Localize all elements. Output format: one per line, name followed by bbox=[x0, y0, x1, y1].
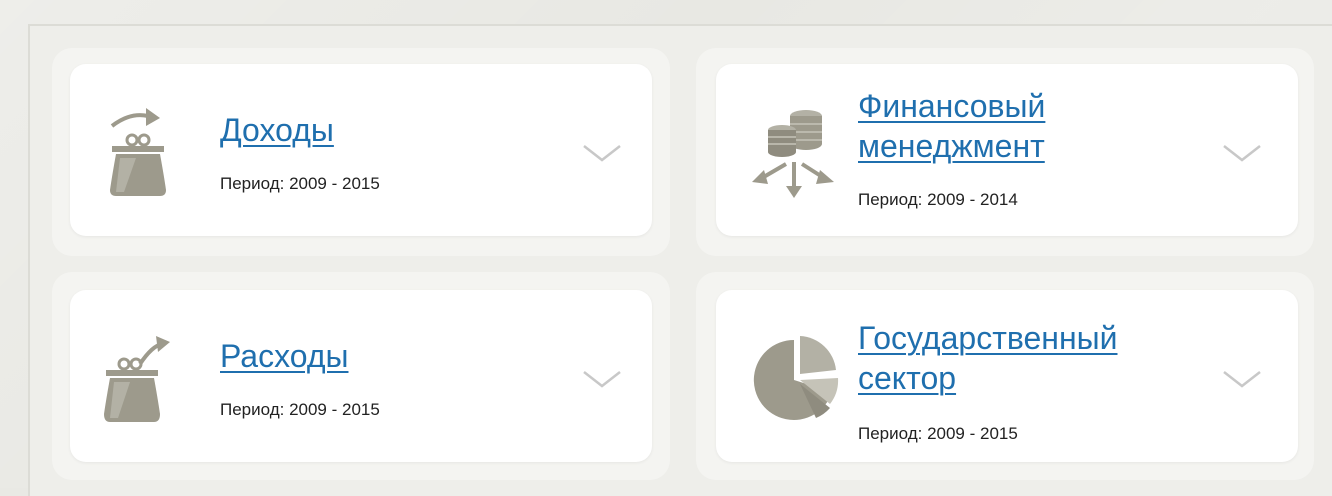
card-income[interactable]: Доходы Период: 2009 - 2015 bbox=[70, 64, 652, 236]
card-title-line[interactable]: Финансовый bbox=[858, 86, 1045, 126]
pie-chart-icon bbox=[753, 336, 839, 420]
card-period: Период: 2009 - 2015 bbox=[220, 174, 380, 193]
card-title[interactable]: Государственный сектор bbox=[858, 318, 1118, 398]
card-financial-management[interactable]: Финансовый менеджмент Период: 2009 - 201… bbox=[716, 64, 1298, 236]
card-title[interactable]: Доходы bbox=[220, 110, 334, 150]
card-public-sector[interactable]: Государственный сектор Период: 2009 - 20… bbox=[716, 290, 1298, 462]
card-period: Период: 2009 - 2014 bbox=[858, 190, 1018, 209]
card-title-line[interactable]: Доходы bbox=[220, 112, 334, 148]
card-title-line[interactable]: Государственный bbox=[858, 318, 1118, 358]
coins-distribution-icon bbox=[752, 110, 834, 198]
card-title[interactable]: Расходы bbox=[220, 336, 348, 376]
card-period: Период: 2009 - 2015 bbox=[858, 424, 1018, 443]
card-title-line[interactable]: Расходы bbox=[220, 338, 348, 374]
card-title[interactable]: Финансовый менеджмент bbox=[858, 86, 1045, 166]
card-period: Период: 2009 - 2015 bbox=[220, 400, 380, 419]
card-title-line[interactable]: менеджмент bbox=[858, 126, 1045, 166]
chevron-down-icon[interactable] bbox=[1222, 368, 1262, 392]
page-background: Доходы Период: 2009 - 2015 Финансовый ме… bbox=[0, 0, 1332, 496]
card-title-line[interactable]: сектор bbox=[858, 358, 1118, 398]
chevron-down-icon[interactable] bbox=[582, 368, 622, 392]
chevron-down-icon[interactable] bbox=[1222, 142, 1262, 166]
purse-out-icon bbox=[104, 336, 170, 422]
chevron-down-icon[interactable] bbox=[582, 142, 622, 166]
card-expenses[interactable]: Расходы Период: 2009 - 2015 bbox=[70, 290, 652, 462]
purse-in-icon bbox=[110, 108, 166, 196]
